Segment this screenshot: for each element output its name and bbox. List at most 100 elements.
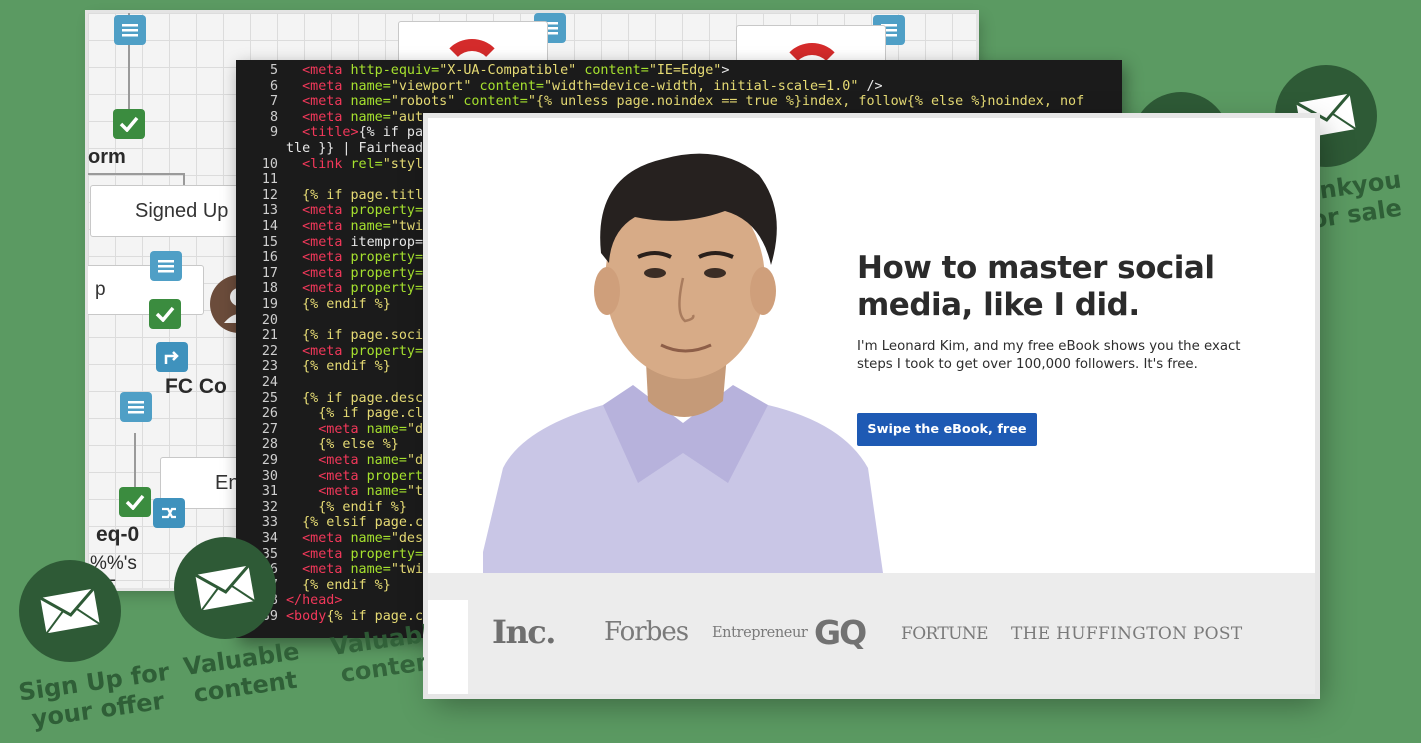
- line-number: 5: [269, 63, 278, 78]
- checkmark-icon[interactable]: [113, 109, 145, 139]
- code-line: 10 <link rel="styl: [236, 157, 423, 173]
- code-token: {% if pa: [358, 125, 424, 141]
- code-token: <meta: [318, 421, 367, 437]
- code-text: <meta name="t: [278, 484, 423, 499]
- signup-caption: Sign Up for your offer: [17, 658, 175, 735]
- line-number: 29: [261, 453, 278, 468]
- code-token: <meta: [318, 453, 367, 468]
- code-token: {% if page.cl: [318, 406, 424, 422]
- press-logo-bar: Inc. Forbes Entrepreneur GQ FORTUNE THE …: [428, 573, 1315, 694]
- list-icon[interactable]: [150, 251, 182, 281]
- line-number: 16: [261, 250, 278, 266]
- code-text: tle }} | Fairhead: [278, 141, 423, 156]
- code-token: name=: [350, 219, 391, 234]
- fortune-logo: FORTUNE: [901, 624, 989, 644]
- code-text: <meta name="twi: [278, 562, 423, 577]
- line-number: 32: [261, 499, 278, 515]
- code-token: <meta: [302, 94, 351, 110]
- code-token: </head>: [286, 593, 343, 609]
- swipe-ebook-button[interactable]: Swipe the eBook, free: [857, 413, 1037, 446]
- route-icon[interactable]: [156, 342, 188, 372]
- code-line: 31 <meta name="t: [236, 484, 423, 500]
- checkmark-icon[interactable]: [149, 299, 181, 329]
- huffington-post-logo: THE HUFFINGTON POST: [1011, 624, 1243, 644]
- line-number: 23: [261, 359, 278, 375]
- list-icon[interactable]: [120, 392, 152, 422]
- code-text: {% endif %}: [278, 297, 391, 312]
- code-line: 25 {% if page.desc: [236, 391, 423, 407]
- connector-line: [183, 173, 185, 185]
- code-token: name=: [350, 109, 391, 125]
- code-line: 14 <meta name="twi: [236, 219, 423, 235]
- code-text: <meta name="d: [278, 453, 423, 468]
- code-token: property=: [350, 265, 424, 281]
- envelope-icon: [194, 566, 256, 610]
- code-token: <meta: [302, 281, 351, 297]
- code-token: <meta: [302, 562, 351, 578]
- code-token: {% if page.titl: [302, 187, 424, 203]
- code-line: 15 <meta itemprop=: [236, 235, 423, 251]
- code-text: <meta name="robots" content="{% unless p…: [278, 94, 1084, 109]
- code-token: <meta: [302, 546, 351, 562]
- line-number: 6: [269, 78, 278, 94]
- code-token: name=: [350, 78, 391, 94]
- code-token: name=: [350, 562, 391, 578]
- code-token: "aut: [390, 109, 424, 125]
- code-line: 17 <meta property=: [236, 266, 423, 282]
- email-bubble: [19, 560, 121, 662]
- code-text: <meta property=: [278, 344, 423, 359]
- code-token: <meta: [302, 234, 351, 250]
- code-text: <meta property=: [278, 250, 423, 265]
- code-token: {% endif %}: [302, 577, 391, 593]
- code-text: <body{% if page.c: [278, 609, 423, 624]
- line-number: 21: [261, 328, 278, 344]
- line-number: 28: [261, 437, 278, 453]
- checkmark-icon[interactable]: [119, 487, 151, 517]
- code-token: property=: [350, 343, 424, 359]
- node-label-form: orm: [88, 146, 126, 168]
- code-text: <meta name="aut: [278, 110, 423, 125]
- landing-edge-mask: [428, 600, 468, 694]
- line-number: 33: [261, 515, 278, 531]
- list-icon[interactable]: [114, 15, 146, 45]
- code-token: <meta: [302, 250, 351, 266]
- shuffle-icon[interactable]: [153, 498, 185, 528]
- line-number: 30: [261, 468, 278, 484]
- code-token: <link: [302, 156, 351, 172]
- code-line: 27 <meta name="d: [236, 422, 423, 438]
- thankyou-caption: ankyou or sale: [1302, 165, 1407, 234]
- code-line: 9 <title>{% if pa: [236, 125, 423, 141]
- code-line: 19 {% endif %}: [236, 297, 391, 313]
- node-label-p: p: [95, 279, 106, 300]
- code-line: 12 {% if page.titl: [236, 188, 423, 204]
- code-line: 7 <meta name="robots" content="{% unless…: [236, 94, 1084, 110]
- signed-up-node[interactable]: Signed Up: [90, 185, 250, 237]
- code-line: 16 <meta property=: [236, 250, 423, 266]
- line-number: 20: [261, 312, 278, 328]
- workflow-node[interactable]: p: [88, 265, 204, 315]
- code-text: <meta name="d: [278, 422, 423, 437]
- code-token: {% else %}: [318, 437, 399, 453]
- code-token: >: [721, 63, 730, 78]
- code-text: {% if page.cl: [278, 406, 423, 421]
- code-token: <body: [286, 609, 327, 624]
- code-text: {% endif %}: [278, 578, 391, 593]
- envelope-icon: [39, 589, 101, 633]
- line-number: 7: [269, 94, 278, 110]
- code-token: name=: [366, 484, 407, 500]
- forbes-logo: Forbes: [604, 617, 689, 647]
- code-line: 20: [236, 313, 286, 329]
- code-token: {% endif %}: [302, 297, 391, 312]
